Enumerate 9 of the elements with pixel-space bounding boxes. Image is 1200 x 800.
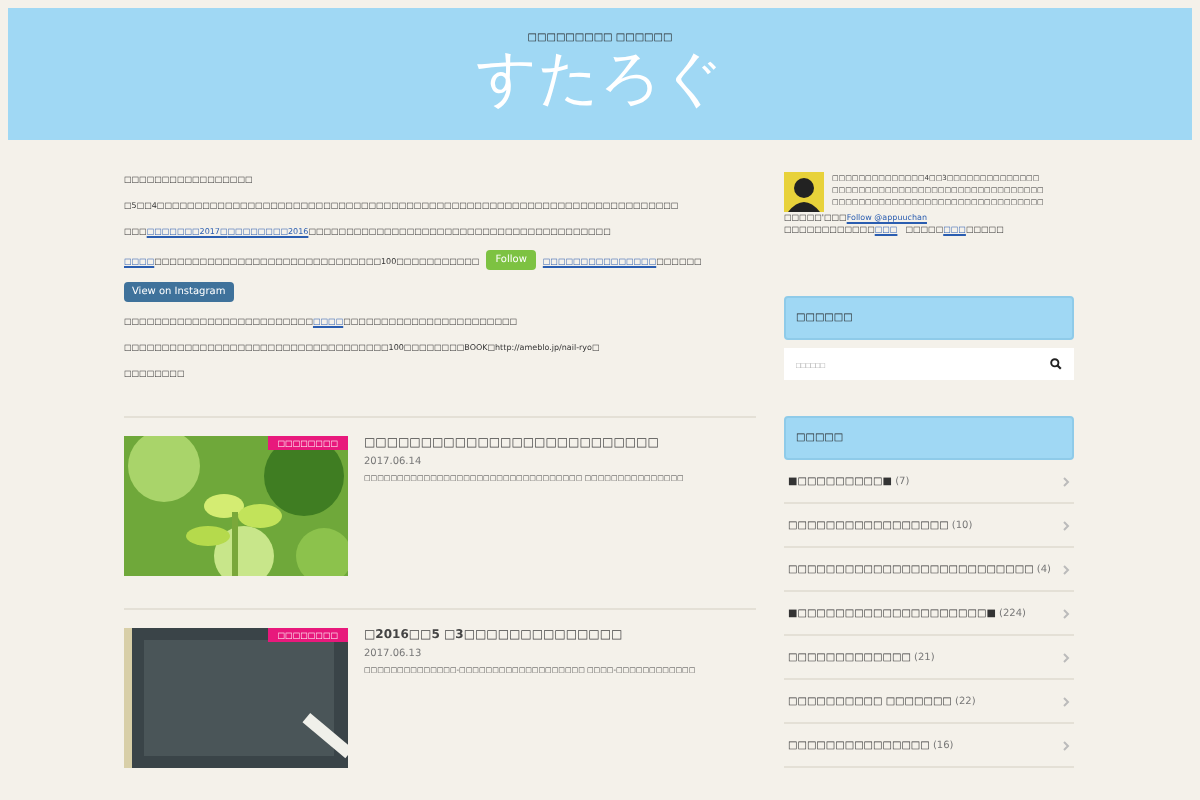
chevron-icon xyxy=(1062,563,1070,575)
chevron-icon xyxy=(1062,607,1070,619)
chevron-icon xyxy=(1062,475,1070,487)
avatar-icon xyxy=(784,172,824,212)
chevron-icon xyxy=(1062,651,1070,663)
search-icon[interactable] xyxy=(1050,358,1062,370)
chevron-icon xyxy=(1062,519,1070,531)
chevron-icon xyxy=(1062,695,1070,707)
chevron-icon xyxy=(1062,739,1070,751)
